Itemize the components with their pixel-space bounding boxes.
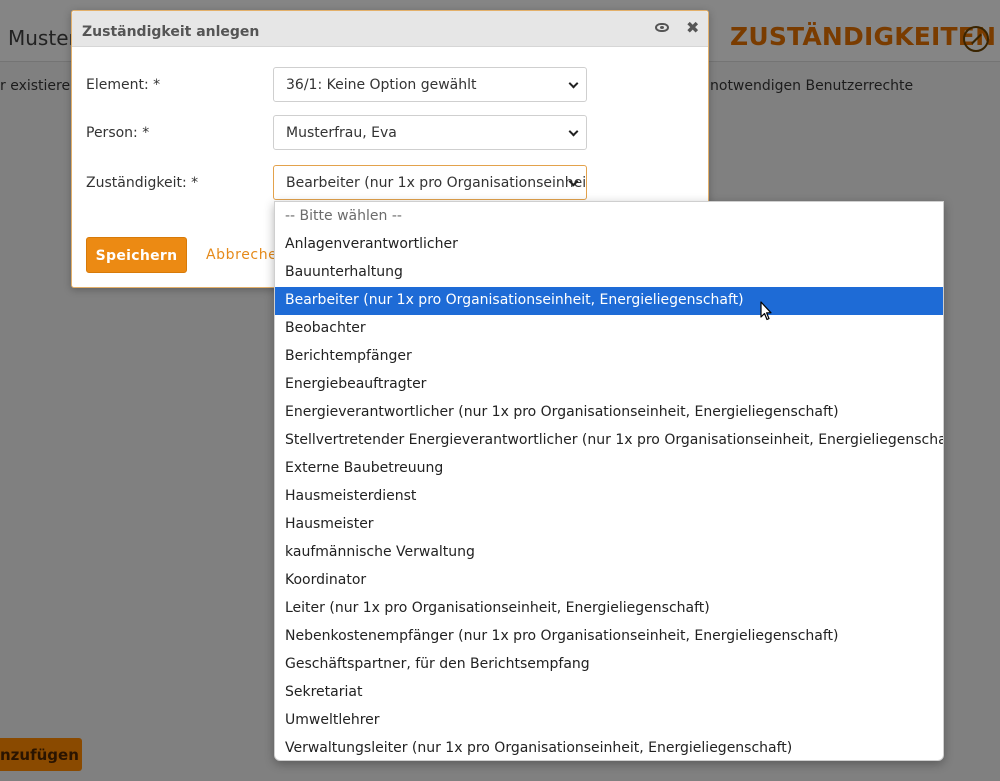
page-title: ZUSTÄNDIGKEITEN: [730, 22, 997, 51]
dialog-titlebar[interactable]: Zuständigkeit anlegen ✖: [72, 11, 708, 47]
role-select-value: Bearbeiter (nur 1x pro Organisationseinh…: [286, 175, 587, 191]
dropdown-option[interactable]: Beobachter: [275, 315, 943, 343]
eye-icon[interactable]: [655, 23, 669, 32]
dropdown-option[interactable]: Energieverantwortlicher (nur 1x pro Orga…: [275, 399, 943, 427]
role-select[interactable]: Bearbeiter (nur 1x pro Organisationseinh…: [273, 165, 587, 200]
info-text-right: notwendigen Benutzerrechte: [710, 78, 914, 94]
info-text-left: r existieren: [0, 78, 79, 94]
person-row: Person: * Musterfrau, Eva: [86, 115, 696, 151]
expand-icon[interactable]: [963, 26, 989, 52]
dropdown-option[interactable]: Hausmeister: [275, 511, 943, 539]
dropdown-option[interactable]: Anlagenverantwortlicher: [275, 231, 943, 259]
dropdown-option[interactable]: Umweltlehrer: [275, 707, 943, 735]
person-select[interactable]: Musterfrau, Eva: [273, 115, 587, 150]
element-label: Element: *: [86, 77, 161, 93]
dropdown-option[interactable]: Hausmeisterdienst: [275, 483, 943, 511]
person-label: Person: *: [86, 125, 150, 141]
person-select-value: Musterfrau, Eva: [286, 125, 397, 141]
dropdown-option[interactable]: Stellvertretender Energieverantwortliche…: [275, 427, 943, 455]
save-button[interactable]: Speichern: [86, 237, 187, 273]
add-button[interactable]: nzufügen: [0, 738, 82, 771]
element-select[interactable]: 36/1: Keine Option gewählt: [273, 67, 587, 102]
add-button-label: nzufügen: [0, 746, 79, 764]
element-row: Element: * 36/1: Keine Option gewählt: [86, 67, 696, 103]
chevron-down-icon: [568, 126, 579, 137]
mouse-cursor-icon: [760, 301, 772, 321]
dropdown-option[interactable]: Berichtempfänger: [275, 343, 943, 371]
dialog-title: Zuständigkeit anlegen: [82, 24, 260, 40]
dropdown-option[interactable]: Nebenkostenempfänger (nur 1x pro Organis…: [275, 623, 943, 651]
dropdown-option[interactable]: Koordinator: [275, 567, 943, 595]
dropdown-option[interactable]: Verwaltungsleiter (nur 1x pro Organisati…: [275, 735, 943, 760]
role-dropdown-list[interactable]: -- Bitte wählen -- Anlagenverantwortliche…: [274, 201, 944, 761]
close-icon[interactable]: ✖: [686, 18, 699, 38]
dropdown-option[interactable]: Geschäftspartner, für den Berichtsempfan…: [275, 651, 943, 679]
dropdown-option[interactable]: Bearbeiter (nur 1x pro Organisationseinh…: [275, 287, 943, 315]
chevron-down-icon: [568, 78, 579, 89]
dropdown-option[interactable]: Bauunterhaltung: [275, 259, 943, 287]
dropdown-option[interactable]: Energiebeauftragter: [275, 371, 943, 399]
role-row: Zuständigkeit: * Bearbeiter (nur 1x pro …: [86, 165, 696, 201]
dropdown-option[interactable]: kaufmännische Verwaltung: [275, 539, 943, 567]
element-select-value: 36/1: Keine Option gewählt: [286, 77, 477, 93]
dropdown-option[interactable]: Leiter (nur 1x pro Organisationseinheit,…: [275, 595, 943, 623]
header-user-name: Muster: [8, 26, 77, 50]
dropdown-option[interactable]: -- Bitte wählen --: [275, 203, 943, 231]
dropdown-option[interactable]: Externe Baubetreuung: [275, 455, 943, 483]
role-label: Zuständigkeit: *: [86, 175, 199, 191]
dropdown-option[interactable]: Sekretariat: [275, 679, 943, 707]
